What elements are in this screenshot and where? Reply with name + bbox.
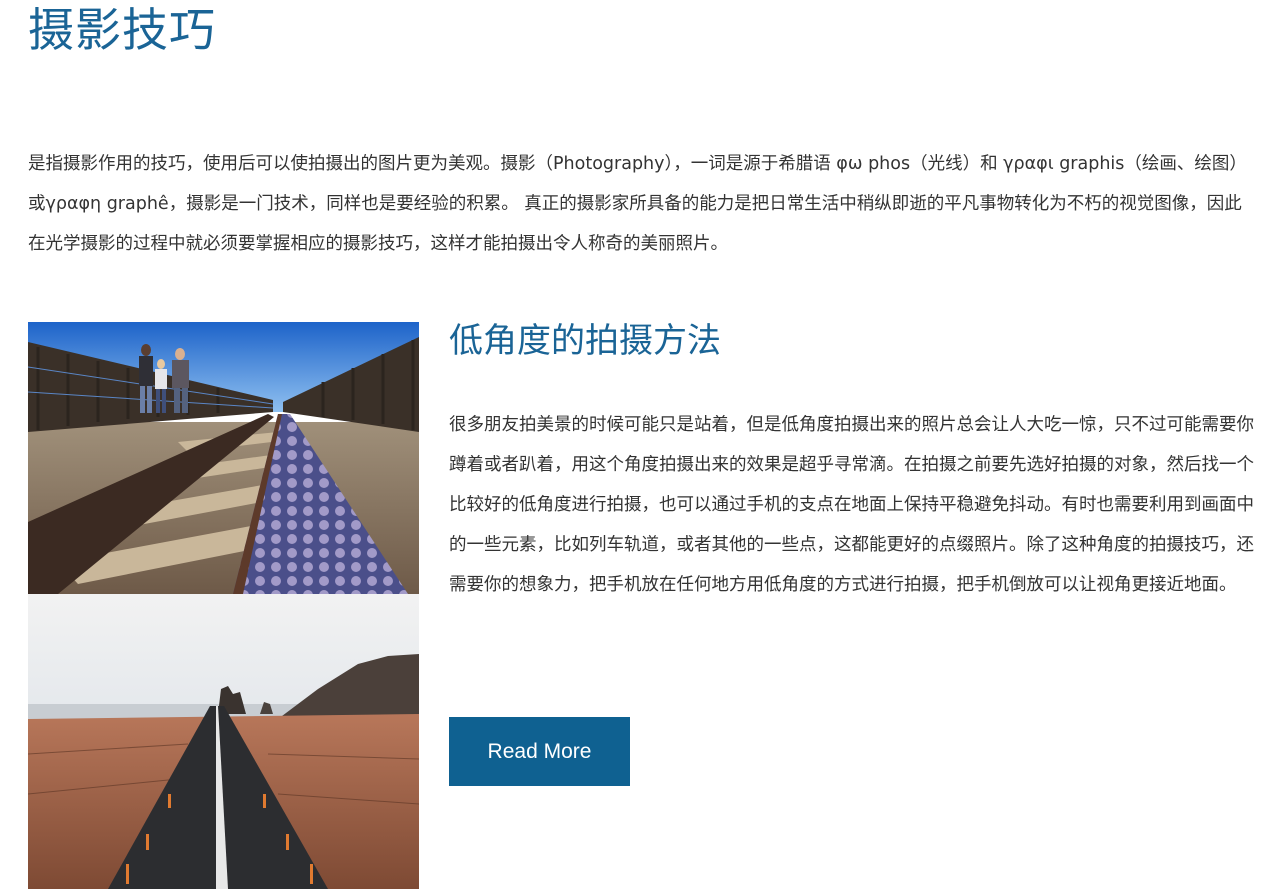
intro-paragraph: 是指摄影作用的技巧，使用后可以使拍摄出的图片更为美观。摄影（Photograph… xyxy=(28,154,1247,254)
page: 摄影技巧 是指摄影作用的技巧，使用后可以使拍摄出的图片更为美观。摄影（Photo… xyxy=(0,0,1271,889)
article-images xyxy=(28,322,419,889)
read-more-button[interactable]: Read More xyxy=(449,717,630,786)
article-title: 低角度的拍摄方法 xyxy=(449,321,721,361)
page-title: 摄影技巧 xyxy=(28,3,216,57)
railway-bridge-photo xyxy=(28,322,419,594)
road-landscape-photo xyxy=(28,594,419,889)
article-body: 很多朋友拍美景的时候可能只是站着，但是低角度拍摄出来的照片总会让人大吃一惊，只不… xyxy=(449,415,1254,595)
